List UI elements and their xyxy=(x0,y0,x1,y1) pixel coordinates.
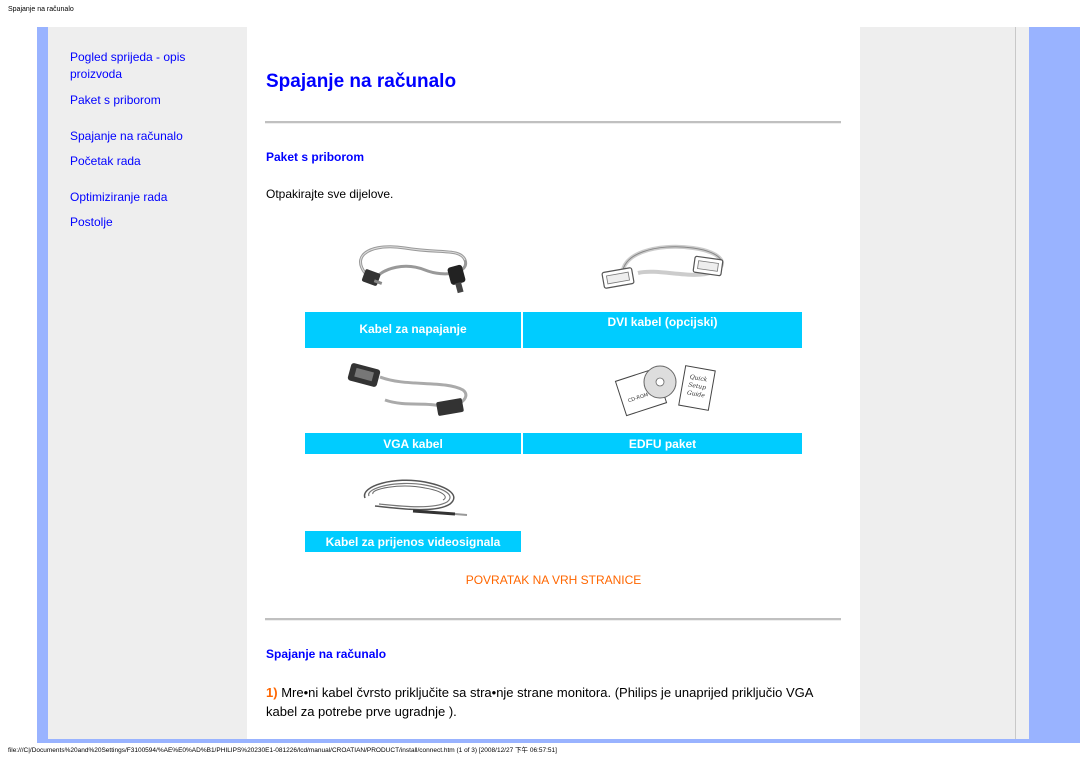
label-dvi-cable: DVI kabel (opcijski) xyxy=(522,311,803,349)
label-video-cable: Kabel za prijenos videosignala xyxy=(304,530,522,553)
dvi-cable-image xyxy=(601,244,725,289)
back-to-top-link[interactable]: POVRATAK NA VRH STRANICE xyxy=(305,573,802,587)
step-text: Mre•ni kabel čvrsto priključite sa stra•… xyxy=(266,685,813,719)
main-content xyxy=(247,27,860,739)
nav-link-front-view[interactable]: Pogled sprijeda - opis proizvoda xyxy=(70,49,210,83)
left-accent-bar xyxy=(37,27,48,739)
nav-link-accessories[interactable]: Paket s priborom xyxy=(70,92,161,109)
page-title: Spajanje na računalo xyxy=(266,71,457,92)
footer-file-path: file:///C|/Documents%20and%20Settings/F3… xyxy=(8,747,557,754)
nav-link-optimize[interactable]: Optimiziranje rada xyxy=(70,189,167,206)
label-power-cable: Kabel za napajanje xyxy=(304,311,522,349)
bottom-accent-band xyxy=(37,739,1080,743)
page-header-title: Spajanje na računalo xyxy=(8,6,74,13)
right-accent-bar xyxy=(1029,27,1080,739)
unpack-instruction: Otpakirajte sve dijelove. xyxy=(266,187,394,201)
video-cable-image xyxy=(364,479,468,516)
label-edfu-package: EDFU paket xyxy=(522,432,803,455)
edfu-package-image: CD-ROM Quick Setup Guide xyxy=(614,365,716,417)
nav-link-stand[interactable]: Postolje xyxy=(70,214,113,231)
step-1: 1) Mre•ni kabel čvrsto priključite sa st… xyxy=(266,683,841,721)
label-vga-cable: VGA kabel xyxy=(304,432,522,455)
nav-link-connect[interactable]: Spajanje na računalo xyxy=(70,128,183,145)
step-number: 1) xyxy=(266,685,278,700)
power-cable-image xyxy=(359,245,468,294)
vga-cable-image xyxy=(347,363,468,416)
nav-link-getting-started[interactable]: Početak rada xyxy=(70,153,141,170)
section-heading-accessories: Paket s priborom xyxy=(266,150,365,164)
section-heading-connect: Spajanje na računalo xyxy=(266,647,387,661)
right-panel xyxy=(860,27,1015,739)
right-strip xyxy=(1016,27,1029,739)
divider xyxy=(265,121,841,124)
divider xyxy=(265,618,841,621)
